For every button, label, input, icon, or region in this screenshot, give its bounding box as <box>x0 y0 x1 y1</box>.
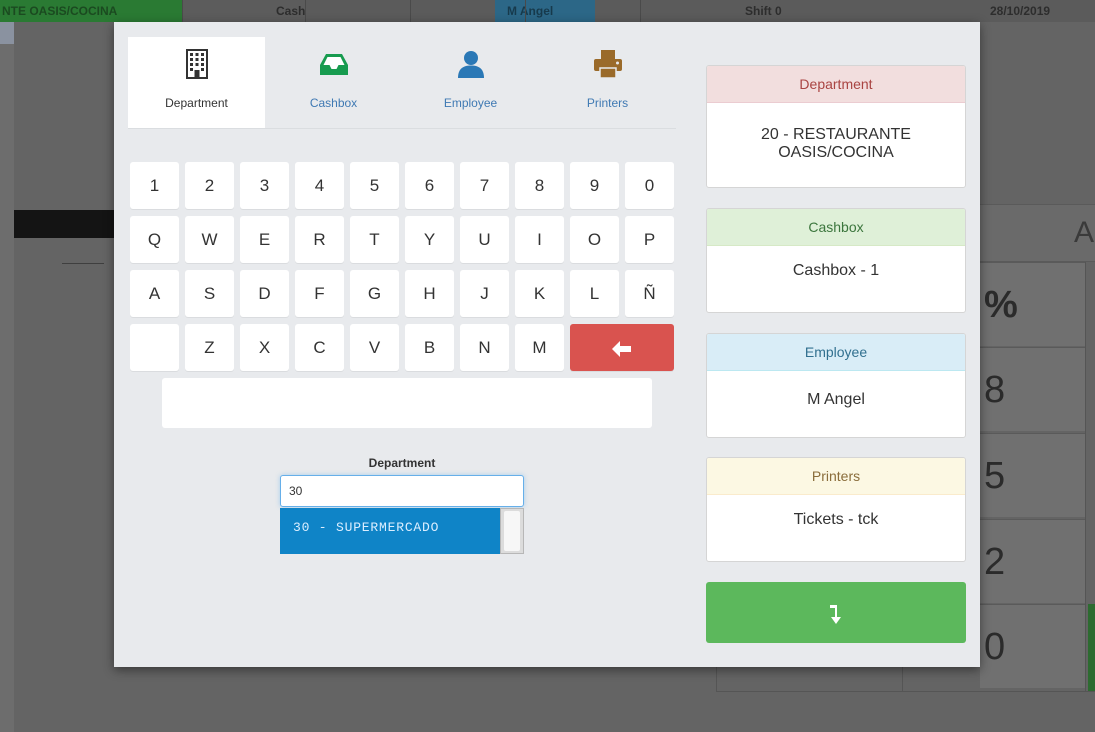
topbar-employee: M Angel <box>495 0 595 22</box>
level-down-arrow-icon <box>830 604 841 624</box>
key-8[interactable]: 8 <box>515 162 564 209</box>
printer-icon <box>593 49 623 79</box>
tabs-divider <box>128 128 676 129</box>
topbar-shift: Shift 0 <box>745 4 782 18</box>
background-key-2: 2 <box>980 519 1085 603</box>
printers-summary-card: Printers Tickets - tck <box>706 457 966 562</box>
background-percent-key: % <box>980 262 1085 346</box>
confirm-button[interactable] <box>706 582 966 643</box>
topbar-cashbox: Cashbox 1 <box>190 0 305 22</box>
key-g[interactable]: G <box>350 270 399 317</box>
background-bottom-divider <box>902 666 903 692</box>
tab-employee[interactable]: Employee <box>402 37 539 129</box>
key-blank[interactable] <box>130 324 179 371</box>
user-icon <box>456 49 486 79</box>
cashbox-card-title: Cashbox <box>707 209 965 246</box>
topbar-department: NTE OASIS/COCINA <box>0 0 182 22</box>
cashbox-card-value: Cashbox - 1 <box>792 262 880 279</box>
tab-bar: Department Cashbox Employee Printers <box>128 37 676 129</box>
dropdown-scrollbar[interactable] <box>500 508 524 554</box>
department-card-title: Department <box>707 66 965 103</box>
department-card-value: 20 - RESTAURANTE OASIS/COCINA <box>761 126 911 161</box>
topbar-divider <box>182 0 183 22</box>
employee-card-value: M Angel <box>807 391 865 408</box>
key-a[interactable]: A <box>130 270 179 317</box>
department-field-label: Department <box>368 456 436 470</box>
tab-cashbox-label: Cashbox <box>309 96 358 110</box>
building-icon <box>182 49 212 79</box>
topbar-divider <box>525 0 526 22</box>
key-5[interactable]: 5 <box>350 162 399 209</box>
key-m[interactable]: M <box>515 324 564 371</box>
tab-printers-label: Printers <box>586 96 629 110</box>
key-7[interactable]: 7 <box>460 162 509 209</box>
key-0[interactable]: 0 <box>625 162 674 209</box>
topbar-date: 28/10/2019 <box>990 4 1051 18</box>
background-dark-bar <box>14 210 114 238</box>
cashbox-summary-card: Cashbox Cashbox - 1 <box>706 208 966 313</box>
background-bottom-box <box>716 666 1095 692</box>
employee-summary-card: Employee M Angel <box>706 333 966 438</box>
key-y[interactable]: Y <box>405 216 454 263</box>
background-corner-tile <box>0 22 14 44</box>
backspace-key[interactable] <box>570 324 674 371</box>
key-x[interactable]: X <box>240 324 289 371</box>
key-u[interactable]: U <box>460 216 509 263</box>
department-search-input[interactable] <box>280 475 524 507</box>
key-p[interactable]: P <box>625 216 674 263</box>
key-q[interactable]: Q <box>130 216 179 263</box>
key-n[interactable]: N <box>460 324 509 371</box>
background-partial-letter: A <box>1074 216 1095 249</box>
setup-modal: Department Cashbox Employee Printers 1 2… <box>114 22 980 667</box>
topbar-divider <box>640 0 641 22</box>
key-w[interactable]: W <box>185 216 234 263</box>
tab-printers[interactable]: Printers <box>539 37 676 129</box>
topbar-divider <box>410 0 411 22</box>
key-z[interactable]: Z <box>185 324 234 371</box>
keyboard-text-display[interactable] <box>162 378 652 428</box>
arrow-left-icon <box>612 340 631 357</box>
tab-department-label: Department <box>165 96 228 110</box>
dropdown-option-selected[interactable]: 30 - SUPERMERCADO <box>280 508 500 554</box>
key-s[interactable]: S <box>185 270 234 317</box>
key-6[interactable]: 6 <box>405 162 454 209</box>
tab-employee-label: Employee <box>443 96 498 110</box>
department-dropdown: 30 - SUPERMERCADO <box>280 508 524 554</box>
key-1[interactable]: 1 <box>130 162 179 209</box>
background-key-8: 8 <box>980 347 1085 431</box>
employee-card-title: Employee <box>707 334 965 371</box>
key-h[interactable]: H <box>405 270 454 317</box>
key-e[interactable]: E <box>240 216 289 263</box>
key-j[interactable]: J <box>460 270 509 317</box>
inbox-tray-icon <box>319 49 349 79</box>
key-4[interactable]: 4 <box>295 162 344 209</box>
key-n-tilde[interactable]: Ñ <box>625 270 674 317</box>
department-summary-card: Department 20 - RESTAURANTE OASIS/COCINA <box>706 65 966 188</box>
key-2[interactable]: 2 <box>185 162 234 209</box>
printers-card-title: Printers <box>707 458 965 495</box>
key-l[interactable]: L <box>570 270 619 317</box>
key-f[interactable]: F <box>295 270 344 317</box>
key-v[interactable]: V <box>350 324 399 371</box>
tab-cashbox[interactable]: Cashbox <box>265 37 402 129</box>
printers-card-value: Tickets - tck <box>793 511 879 528</box>
topbar-divider <box>305 0 306 22</box>
key-t[interactable]: T <box>350 216 399 263</box>
key-c[interactable]: C <box>295 324 344 371</box>
key-k[interactable]: K <box>515 270 564 317</box>
key-3[interactable]: 3 <box>240 162 289 209</box>
key-o[interactable]: O <box>570 216 619 263</box>
key-i[interactable]: I <box>515 216 564 263</box>
key-9[interactable]: 9 <box>570 162 619 209</box>
tab-department[interactable]: Department <box>128 37 265 129</box>
key-r[interactable]: R <box>295 216 344 263</box>
dropdown-scroll-thumb[interactable] <box>504 511 520 551</box>
key-b[interactable]: B <box>405 324 454 371</box>
key-d[interactable]: D <box>240 270 289 317</box>
background-key-5: 5 <box>980 433 1085 517</box>
background-divider <box>62 263 104 264</box>
